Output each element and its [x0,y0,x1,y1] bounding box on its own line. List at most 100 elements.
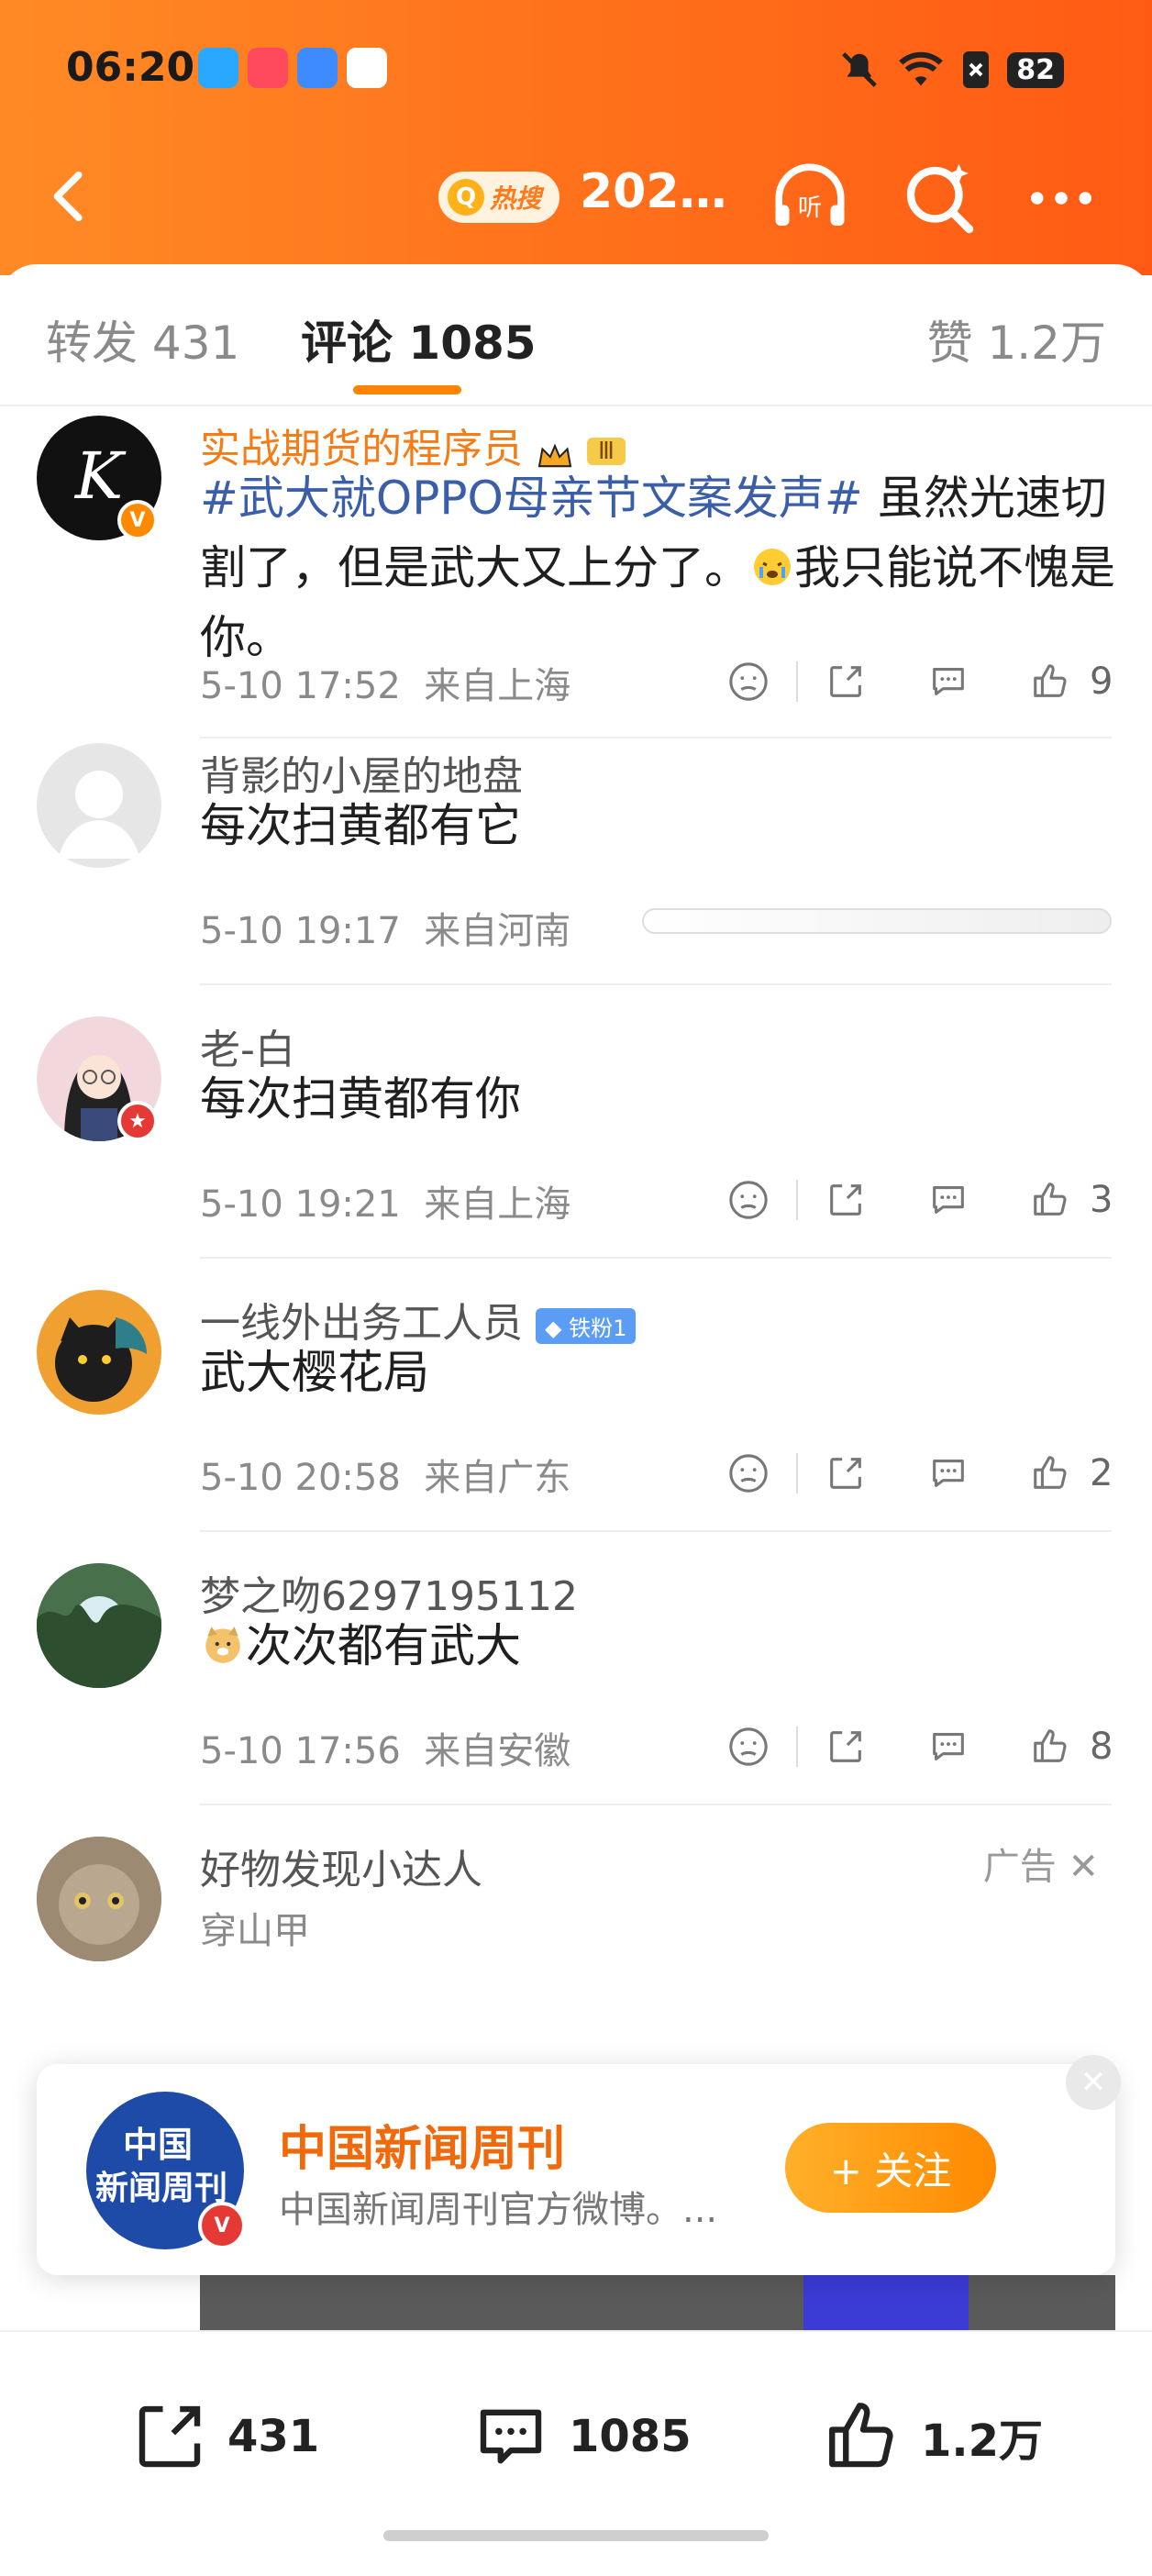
comment-location: 来自上海 [424,1183,571,1226]
ad-username[interactable]: 好物发现小达人 [200,1837,482,1895]
wifi-icon [899,51,944,86]
like-count: 3 [1090,1179,1113,1221]
weather-app-icon [297,48,338,88]
ad-subtitle: 穿山甲 [200,1910,310,1952]
account-desc: 中国新闻周刊官方微博。... [279,2189,718,2231]
divider [200,737,1112,738]
dislike-icon[interactable] [721,1719,776,1774]
comment-location: 来自河南 [424,910,571,952]
logo-line1: 中国 [123,2125,194,2165]
headphones-icon[interactable]: 听 [769,157,851,239]
repost-button[interactable]: 431 [128,2391,319,2482]
comment-text: 武大樱花局 [200,1346,429,1399]
reply-icon[interactable] [921,1172,976,1227]
follow-button[interactable]: + 关注 [785,2123,996,2213]
account-name[interactable]: 中国新闻周刊 [279,2110,565,2179]
tab-likes[interactable]: 赞 1.2万 [927,306,1106,372]
video-app-icon [248,48,288,88]
close-icon[interactable]: ✕ [1068,1846,1099,1888]
tab-reposts[interactable]: 转发 431 [46,306,239,372]
crown-icon [536,436,574,468]
comment-actions: 9 [721,650,1113,714]
comment-text-part: 次次都有武大 [246,1619,521,1672]
close-icon[interactable]: ✕ [1066,2055,1121,2110]
repost-count: 431 [227,2411,320,2462]
comment-time: 5-10 17:52 [200,665,401,707]
nav-bar: Q 热搜 202… 听 [0,151,1152,243]
dislike-icon[interactable] [721,1172,776,1227]
divider [200,1530,1112,1532]
like-icon[interactable] [1024,1719,1079,1774]
like-icon[interactable] [1024,1172,1079,1227]
home-indicator[interactable] [383,2530,769,2541]
avatar-trees-photo [37,1563,161,1688]
comment-location: 来自安徽 [424,1730,571,1772]
top-header: 06:20 82 Q 热搜 202… 听 [0,0,1152,275]
action-separator [796,1453,798,1493]
comment-time: 5-10 20:58 [200,1457,401,1499]
ad-image-logo [803,2275,969,2330]
comment-button[interactable]: 1085 [470,2391,692,2482]
comment-meta: 5-10 19:21 来自上海 [200,1174,570,1227]
follow-card[interactable]: 中国 新闻周刊 V 中国新闻周刊 中国新闻周刊官方微博。... + 关注 ✕ [37,2055,1121,2275]
comment-meta: 5-10 19:17 来自河南 [200,901,570,954]
logo-line2: 新闻周刊 [95,2170,228,2207]
hot-label: 热搜 [490,183,542,214]
comment-icon [480,2409,542,2464]
back-arrow-icon[interactable] [39,164,103,228]
tab-comments[interactable]: 评论 1085 [301,306,537,372]
avatar-cat-illustration [55,1317,147,1402]
verified-badge-icon: V [198,2202,246,2249]
action-separator [796,661,798,702]
book-app-icon [198,48,238,88]
action-separator [796,1180,798,1220]
more-icon[interactable] [1020,157,1102,239]
like-icon[interactable] [1024,654,1079,709]
hashtag-link[interactable]: #武大就OPPO母亲节文案发声# [200,472,863,525]
no-sim-icon [963,51,990,88]
share-icon[interactable] [818,1719,873,1774]
comment-actions: 8 [721,1715,1113,1779]
share-icon[interactable] [818,1446,873,1501]
like-count: 9 [1090,661,1113,703]
ad-label-text: 广告 [982,1846,1057,1888]
divider [200,983,1112,985]
tab-bar: 转发 431 评论 1085 赞 1.2万 [0,264,1152,406]
reply-icon[interactable] [921,654,976,709]
page-title[interactable]: 202… [580,164,727,219]
tab-indicator [353,385,461,394]
comment-time: 5-10 19:17 [200,910,401,952]
ad-image-peek [200,2275,1115,2330]
divider [200,1257,1112,1259]
comment-text: #武大就OPPO母亲节文案发声# 虽然光速切割了，但是武大又上分了。 我只能说不愧… [200,463,1117,672]
comment-meta: 5-10 20:58 来自广东 [200,1448,570,1501]
avatar[interactable] [37,1290,161,1415]
comment-actions: 2 [721,1441,1113,1505]
like-icon[interactable] [1024,1446,1079,1501]
comment-meta: 5-10 17:56 来自安徽 [200,1721,570,1774]
comment-location: 来自上海 [424,665,571,707]
share-icon[interactable] [818,654,873,709]
default-avatar-icon [59,771,139,859]
reply-icon[interactable] [921,1719,976,1774]
avatar[interactable] [37,1837,161,1961]
search-icon[interactable] [897,157,980,239]
share-icon [138,2405,201,2468]
avatar-cat-photo [37,1837,161,1961]
ad-label: 广告 ✕ [983,1837,1099,1890]
divider [200,1804,1112,1805]
verified-badge-icon: V [117,500,158,540]
hot-search-badge[interactable]: Q 热搜 [438,172,559,223]
like-button[interactable]: 1.2万 [822,2391,1043,2482]
dislike-icon[interactable] [721,1446,776,1501]
like-icon [829,2403,893,2468]
doge-emoji-icon [200,1616,246,1663]
avatar[interactable] [37,743,161,868]
share-icon[interactable] [818,1172,873,1227]
avatar[interactable] [37,1563,161,1688]
reply-icon[interactable] [921,1446,976,1501]
dislike-icon[interactable] [721,654,776,709]
status-right: 82 [838,44,1064,95]
comment-time: 5-10 17:56 [200,1730,401,1772]
status-time: 06:20 [66,44,195,91]
